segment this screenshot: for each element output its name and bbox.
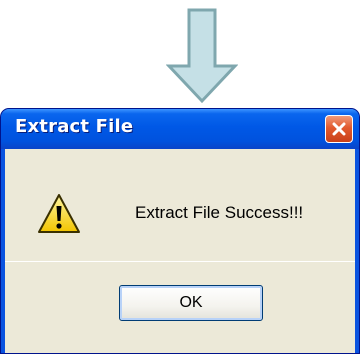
screen: Extract File Extract File Success!!! OK — [0, 0, 360, 354]
separator — [5, 261, 355, 262]
dialog-body: Extract File Success!!! OK — [5, 149, 355, 353]
close-icon — [332, 122, 346, 136]
close-button[interactable] — [325, 115, 353, 143]
message-dialog: Extract File Extract File Success!!! OK — [0, 108, 360, 354]
warning-icon — [38, 194, 80, 233]
down-arrow-icon — [166, 8, 238, 104]
dialog-message: Extract File Success!!! — [135, 203, 304, 222]
ok-button[interactable]: OK — [119, 285, 263, 321]
dialog-titlebar[interactable]: Extract File — [1, 109, 359, 149]
dialog-title: Extract File — [15, 116, 134, 137]
